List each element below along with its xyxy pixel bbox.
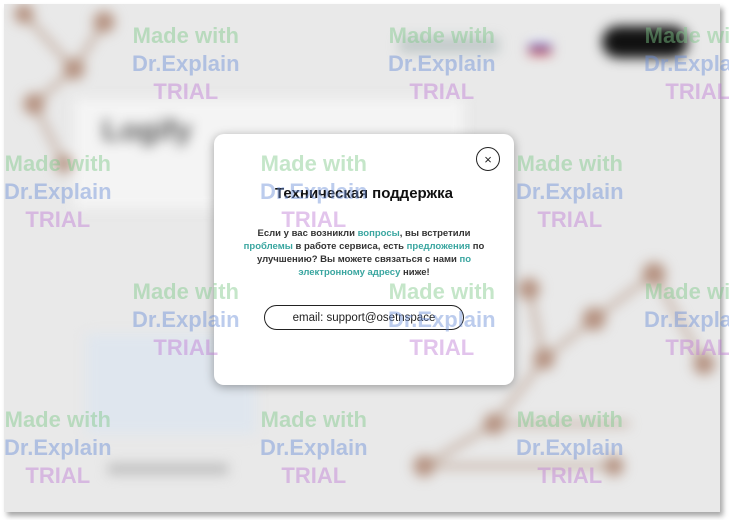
logo: Logify [102, 114, 192, 147]
highlighted-text: вопросы [357, 228, 400, 239]
close-button[interactable]: × [476, 147, 500, 171]
dialog-title: Техническая поддержка [274, 185, 453, 202]
language-flag-icon [529, 40, 551, 54]
body-text: ниже! [400, 267, 430, 278]
dialog-description: Если у вас возникли вопросы, вы встретил… [232, 227, 496, 279]
close-icon: × [484, 151, 492, 167]
header-button [602, 26, 688, 58]
support-dialog: × Техническая поддержка Если у вас возни… [214, 134, 514, 385]
footer-text [108, 464, 228, 474]
support-email-text: email: support@osetnspace [292, 311, 436, 324]
highlighted-text: проблемы [243, 241, 293, 252]
body-text: Если у вас возникли [257, 228, 358, 239]
body-text: в работе сервиса, есть [292, 241, 407, 252]
support-email-field[interactable]: email: support@osetnspace [264, 305, 464, 330]
app-window: Logify × Техническая поддержка Если у ва… [4, 4, 720, 512]
nav-bar [399, 37, 499, 53]
highlighted-text: предложения [406, 241, 471, 252]
body-text: , вы встретили [399, 228, 471, 239]
